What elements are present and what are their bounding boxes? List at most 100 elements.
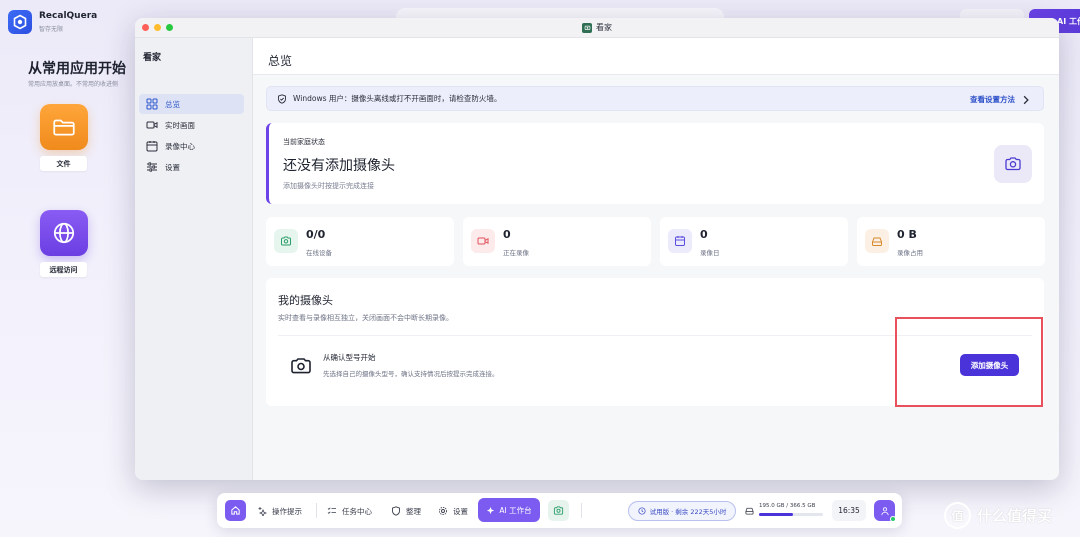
remote-access-app-label[interactable]: 远程访问 (40, 262, 87, 277)
dock-ai-label: AI 工作台 (499, 505, 532, 515)
calendar-icon (668, 229, 692, 253)
clock: 16:35 (832, 500, 866, 521)
chevron-right-icon (1023, 95, 1029, 104)
stat-label: 录像日 (700, 249, 720, 257)
dock-item-label: 任务中心 (342, 506, 372, 516)
storage-bar-fill (759, 513, 794, 516)
brand-tagline: 智存无限 (39, 26, 64, 33)
desktop-title: 从常用应用开始 (28, 61, 126, 77)
sidebar-item-label: 总览 (165, 99, 180, 109)
app-icon (582, 22, 592, 33)
stat-recording-days: 0 录像日 (660, 217, 848, 266)
cameras-title: 我的摄像头 (278, 294, 333, 307)
calendar-icon (146, 141, 158, 152)
drive-icon (745, 507, 754, 515)
sidebar-item-live-view[interactable]: 实时画面 (139, 115, 244, 135)
sidebar-item-label: 录像中心 (165, 141, 195, 151)
firewall-notice: Windows 用户：摄像头离线或打不开画面时，请检查防火墙。 查看设置方法 (266, 86, 1044, 111)
dock-organize[interactable]: 整理 (391, 502, 421, 520)
stat-value: 0 B (897, 228, 917, 241)
stat-value: 0 (700, 228, 708, 241)
window-title-text: 看家 (596, 23, 612, 32)
stat-label: 正在录像 (503, 249, 529, 257)
shield-icon (278, 93, 286, 104)
home-button[interactable] (225, 500, 246, 521)
remote-access-app-icon[interactable] (40, 210, 88, 256)
gear-icon (438, 506, 448, 516)
view-settings-link-label: 查看设置方法 (970, 95, 1015, 104)
window-controls (142, 24, 173, 31)
recalquera-logo (8, 10, 32, 34)
brand-name: RecalQuera (39, 11, 98, 21)
close-window-button[interactable] (142, 24, 149, 31)
trial-status-badge[interactable]: 试用版 · 剩余 222天5小时 (628, 501, 736, 521)
dock-task-center[interactable]: 任务中心 (327, 502, 372, 520)
maximize-window-button[interactable] (166, 24, 173, 31)
grid-icon (146, 98, 158, 110)
camera-icon (291, 358, 311, 374)
stat-recording: 0 正在录像 (463, 217, 651, 266)
window-titlebar: 看家 (135, 18, 1059, 38)
stat-label: 录像占用 (897, 249, 923, 257)
drive-icon (865, 229, 889, 253)
taskbar-dock: 操作提示 任务中心 整理 设置 AI 工作台 试用版 · 剩余 222天5小时 … (217, 493, 902, 528)
kanjia-window: 看家 看家 总览 实时画面 录像中心 设置 总览 Windows 用户：摄像头离… (135, 18, 1059, 480)
storage-text: 195.0 GB / 366.5 GB (759, 503, 816, 509)
notice-text: Windows 用户：摄像头离线或打不开画面时，请检查防火墙。 (293, 94, 502, 103)
stat-value: 0/0 (306, 228, 326, 241)
sidebar-item-settings[interactable]: 设置 (139, 157, 244, 177)
dock-settings[interactable]: 设置 (438, 502, 468, 520)
files-app-label[interactable]: 文件 (40, 156, 87, 171)
camera-icon (274, 229, 298, 253)
dock-ai-workbench-button[interactable]: AI 工作台 (478, 498, 540, 522)
cameras-subtitle: 实时查看与录像相互独立，关闭画面不会中断长期录像。 (278, 314, 453, 322)
sparkle-icon (487, 506, 495, 514)
user-avatar[interactable] (874, 500, 896, 522)
stat-label: 在线设备 (306, 249, 332, 257)
sidebar-item-overview[interactable]: 总览 (139, 94, 244, 114)
sidebar: 看家 总览 实时画面 录像中心 设置 (135, 38, 253, 480)
sparkle-icon (258, 507, 267, 516)
dock-tips[interactable]: 操作提示 (257, 502, 302, 520)
window-title: 看家 (582, 22, 612, 33)
stat-value: 0 (503, 228, 511, 241)
empty-state-title: 从确认型号开始 (323, 353, 376, 362)
dock-separator (581, 503, 582, 518)
list-icon (327, 507, 336, 514)
smzdm-watermark: 值 什么值得买 (944, 502, 1052, 529)
user-icon (880, 506, 889, 515)
home-status-card: 当前家庭状态 还没有添加摄像头 添加摄像头时按提示完成连接 (266, 123, 1044, 204)
globe-icon (53, 222, 75, 244)
video-icon (146, 121, 158, 129)
home-icon (231, 506, 240, 515)
status-hint: 添加摄像头时按提示完成连接 (283, 182, 374, 190)
files-app-icon[interactable] (40, 104, 88, 150)
stat-online-devices: 0/0 在线设备 (266, 217, 454, 266)
video-icon (471, 229, 495, 253)
trial-text: 试用版 · 剩余 222天5小时 (649, 508, 727, 516)
camera-icon (553, 506, 564, 515)
status-headline: 还没有添加摄像头 (283, 158, 395, 174)
empty-state-description: 先选择自己的摄像头型号，确认支持情况后按提示完成连接。 (323, 370, 499, 378)
status-label: 当前家庭状态 (283, 138, 325, 146)
main-content: 总览 Windows 用户：摄像头离线或打不开画面时，请检查防火墙。 查看设置方… (253, 38, 1059, 480)
stat-storage-used: 0 B 录像占用 (857, 217, 1045, 266)
shield-icon (392, 506, 400, 516)
sidebar-title: 看家 (143, 53, 162, 63)
desktop-subtitle: 常用应用放桌面。不常用的收进侧 (28, 81, 119, 88)
dock-item-label: 设置 (453, 506, 468, 516)
folder-icon (53, 119, 75, 136)
sidebar-item-label: 实时画面 (165, 120, 195, 130)
kanjia-app-button[interactable] (548, 500, 569, 521)
page-header: 总览 (253, 38, 1059, 75)
minimize-window-button[interactable] (154, 24, 161, 31)
storage-indicator[interactable]: 195.0 GB / 366.5 GB (745, 502, 825, 520)
clock-icon (638, 507, 646, 515)
camera-icon[interactable] (994, 145, 1032, 183)
sidebar-item-label: 设置 (165, 162, 180, 172)
sidebar-item-recordings[interactable]: 录像中心 (139, 136, 244, 156)
watermark-text: 什么值得买 (977, 507, 1053, 525)
dock-separator (316, 503, 317, 518)
highlight-box (895, 317, 1043, 407)
view-settings-link[interactable]: 查看设置方法 (970, 94, 1031, 105)
